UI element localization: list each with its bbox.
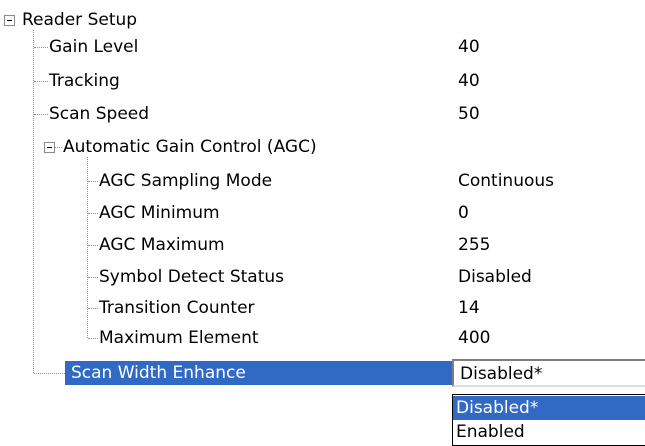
tree-item-symbol-detect-status[interactable]: Symbol Detect Status bbox=[99, 267, 284, 287]
tree-group-agc[interactable]: Automatic Gain Control (AGC) bbox=[63, 137, 317, 157]
tree-line bbox=[34, 47, 48, 48]
tree-line bbox=[88, 338, 98, 339]
dropdown-list: Disabled* Enabled bbox=[452, 394, 645, 446]
tree-item-transition-counter[interactable]: Transition Counter bbox=[99, 298, 255, 318]
tree-line bbox=[34, 81, 48, 82]
tree-line bbox=[34, 373, 65, 374]
option-label: Disabled* bbox=[456, 398, 539, 418]
collapse-root-icon[interactable] bbox=[4, 15, 15, 26]
tree-item-scan-speed[interactable]: Scan Speed bbox=[49, 104, 149, 124]
tree-item-label: Scan Width Enhance bbox=[71, 363, 246, 383]
tree-line bbox=[88, 213, 98, 214]
tree-value-gain-level[interactable]: 40 bbox=[458, 37, 480, 57]
tree-item-tracking[interactable]: Tracking bbox=[49, 71, 120, 91]
tree-line bbox=[34, 114, 48, 115]
tree-value-agc-maximum[interactable]: 255 bbox=[458, 235, 490, 255]
option-enabled[interactable]: Enabled bbox=[453, 420, 645, 444]
option-label: Enabled bbox=[456, 422, 525, 442]
tree-item-agc-minimum[interactable]: AGC Minimum bbox=[99, 203, 220, 223]
tree-value-agc-sampling-mode[interactable]: Continuous bbox=[458, 171, 554, 191]
tree-line bbox=[88, 308, 98, 309]
select-value: Disabled* bbox=[460, 364, 543, 384]
tree-line bbox=[88, 277, 98, 278]
tree-value-agc-minimum[interactable]: 0 bbox=[458, 203, 469, 223]
option-disabled[interactable]: Disabled* bbox=[453, 396, 645, 420]
tree-value-maximum-element[interactable]: 400 bbox=[458, 328, 490, 348]
tree-value-scan-speed[interactable]: 50 bbox=[458, 104, 480, 124]
tree-value-symbol-detect-status[interactable]: Disabled bbox=[458, 267, 532, 287]
tree-value-tracking[interactable]: 40 bbox=[458, 71, 480, 91]
tree-item-scan-width-enhance[interactable]: Scan Width Enhance bbox=[65, 361, 452, 385]
tree-line bbox=[54, 147, 62, 148]
tree-item-agc-sampling-mode[interactable]: AGC Sampling Mode bbox=[99, 171, 272, 191]
tree-item-gain-level[interactable]: Gain Level bbox=[49, 37, 138, 57]
tree-item-maximum-element[interactable]: Maximum Element bbox=[99, 328, 259, 348]
tree-line bbox=[87, 157, 88, 338]
tree-item-agc-maximum[interactable]: AGC Maximum bbox=[99, 235, 225, 255]
tree-value-transition-counter[interactable]: 14 bbox=[458, 298, 480, 318]
tree-line bbox=[88, 245, 98, 246]
tree-root-label[interactable]: Reader Setup bbox=[22, 10, 137, 30]
tree-line bbox=[88, 181, 98, 182]
scan-width-enhance-select[interactable]: Disabled* bbox=[452, 359, 645, 387]
